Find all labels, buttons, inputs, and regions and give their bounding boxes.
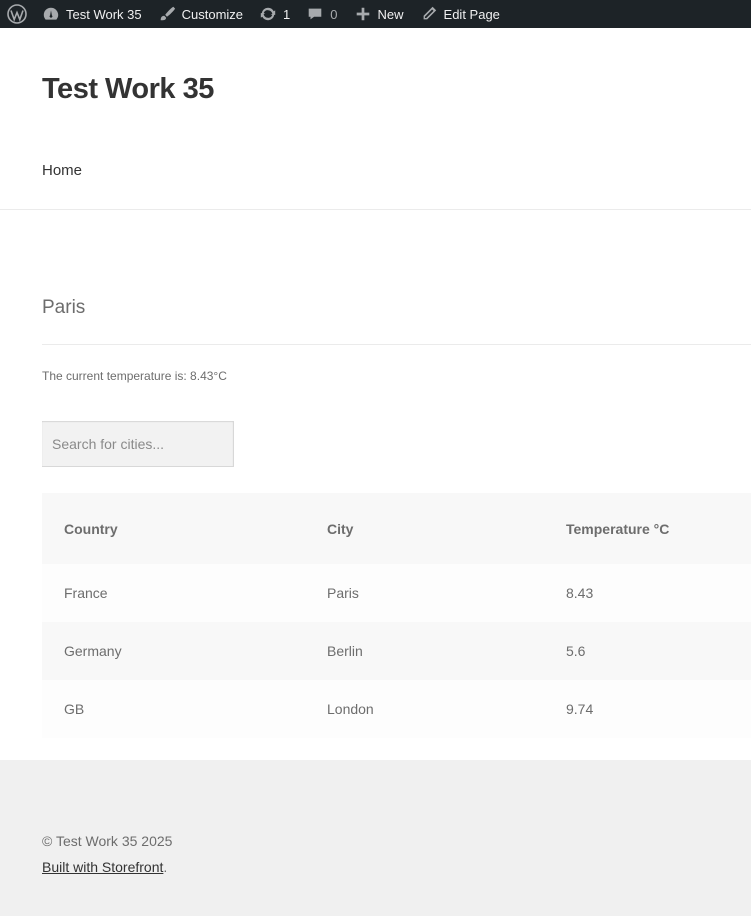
- customize-link[interactable]: Customize: [150, 0, 251, 28]
- comments-link[interactable]: 0: [298, 0, 345, 28]
- site-name-menu[interactable]: Test Work 35: [34, 0, 150, 28]
- new-label: New: [377, 6, 404, 22]
- table-row: France Paris 8.43: [42, 564, 751, 622]
- updates-icon: [260, 7, 276, 21]
- plus-icon: [356, 7, 369, 21]
- column-header-country: Country: [64, 520, 118, 537]
- temperature-cell: 8.43: [566, 585, 594, 601]
- weather-table: Country City Temperature °C France Paris…: [42, 493, 751, 738]
- new-content-menu[interactable]: New: [346, 0, 412, 28]
- updates-count: 1: [283, 6, 291, 22]
- page-title: Paris: [42, 297, 86, 318]
- admin-bar: Test Work 35 Customize 1 0 New Edit Page: [0, 0, 751, 28]
- comment-icon: [308, 8, 322, 20]
- country-cell: GB: [64, 701, 85, 717]
- copyright-text: © Test Work 35 2025: [42, 833, 173, 849]
- table-row: GB London 9.74: [42, 680, 751, 738]
- storefront-credit-link[interactable]: Built with Storefront: [42, 859, 163, 875]
- city-search-input[interactable]: [42, 421, 234, 467]
- column-header-temperature: Temperature °C: [566, 520, 670, 537]
- city-cell: Berlin: [327, 643, 363, 659]
- nav-item-home[interactable]: Home: [42, 162, 82, 179]
- edit-page-link[interactable]: Edit Page: [412, 0, 508, 28]
- site-header: Test Work 35 Home: [0, 28, 751, 210]
- city-cell: London: [327, 701, 374, 717]
- site-footer: © Test Work 35 2025 Built with Storefron…: [0, 760, 751, 916]
- edit-page-label: Edit Page: [443, 6, 500, 22]
- temperature-cell: 9.74: [566, 701, 594, 717]
- pencil-icon: [423, 6, 436, 20]
- title-divider: [42, 344, 751, 345]
- credit-suffix: .: [163, 859, 168, 875]
- footer-credit: Built with Storefront.: [42, 859, 167, 875]
- wp-logo-menu[interactable]: [0, 0, 34, 28]
- current-temperature-text: The current temperature is: 8.43°C: [42, 369, 227, 383]
- updates-link[interactable]: 1: [251, 0, 298, 28]
- table-row: Germany Berlin 5.6: [42, 622, 751, 680]
- comments-count: 0: [330, 6, 338, 22]
- city-cell: Paris: [327, 585, 359, 601]
- country-cell: Germany: [64, 643, 122, 659]
- table-header-row: Country City Temperature °C: [42, 493, 751, 564]
- wordpress-logo-icon: [7, 4, 27, 24]
- customize-label: Customize: [181, 6, 244, 22]
- dashboard-icon: [43, 7, 59, 20]
- site-title[interactable]: Test Work 35: [42, 73, 214, 106]
- column-header-city: City: [327, 520, 354, 537]
- country-cell: France: [64, 585, 108, 601]
- temperature-cell: 5.6: [566, 643, 586, 659]
- site-name-label: Test Work 35: [66, 6, 142, 22]
- brush-icon: [160, 6, 175, 21]
